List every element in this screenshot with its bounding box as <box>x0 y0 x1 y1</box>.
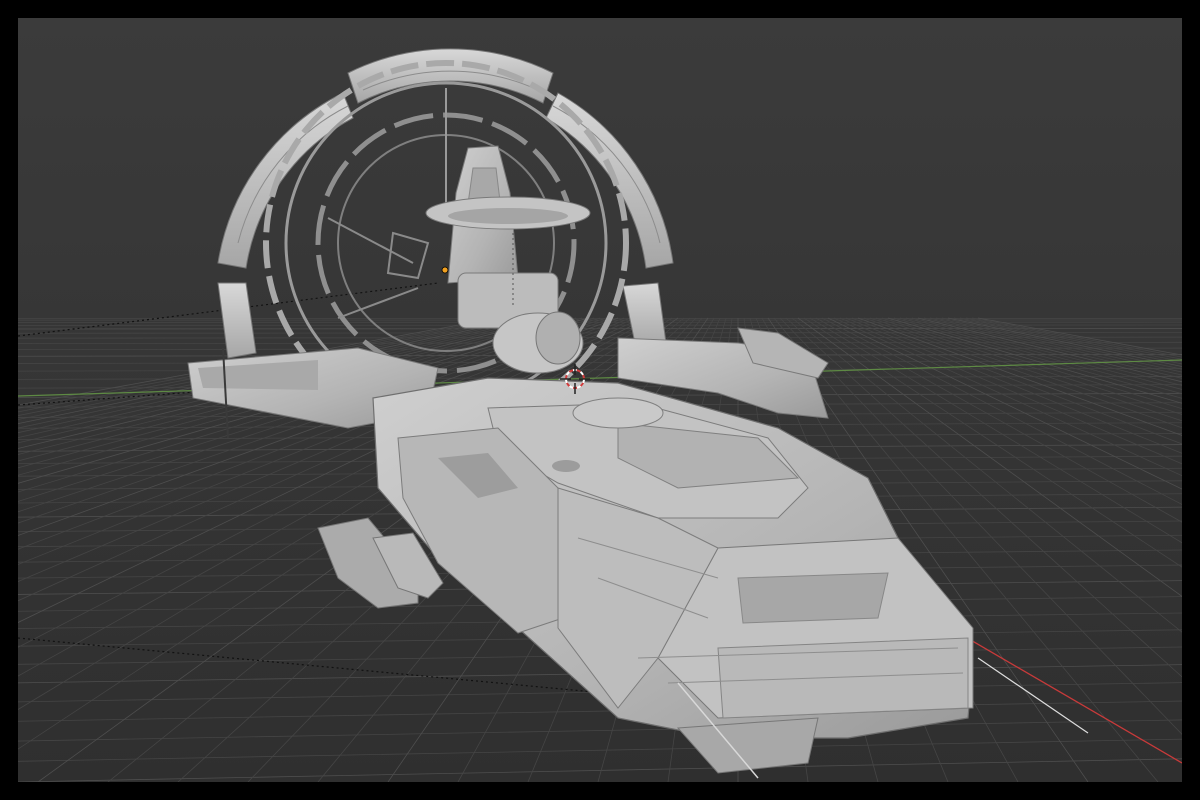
screenshot-frame <box>0 0 1200 800</box>
viewport-canvas[interactable] <box>18 18 1182 782</box>
3d-viewport[interactable] <box>18 18 1182 782</box>
object-origin-icon <box>441 266 449 274</box>
